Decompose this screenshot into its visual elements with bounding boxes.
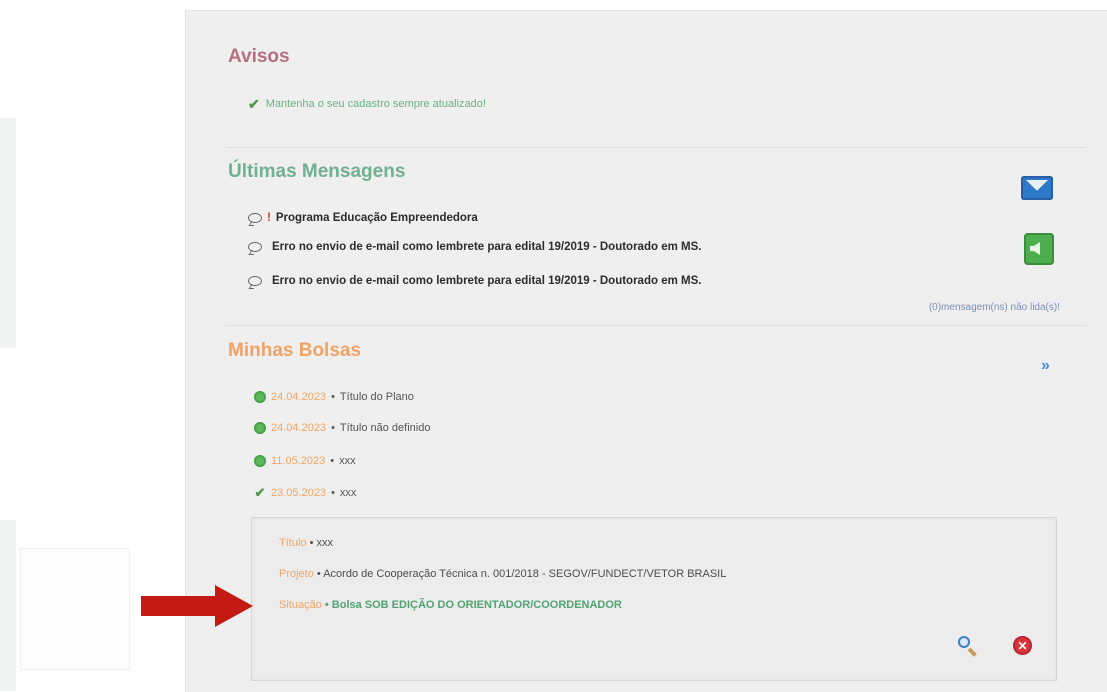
bolsa-item[interactable]: 11.05.2023 • xxx: [254, 455, 356, 467]
background-card: [20, 548, 130, 670]
bolsa-date: 23.05.2023: [271, 487, 327, 499]
bolsa-item[interactable]: ✔ 23.05.2023 • xxx: [254, 485, 357, 501]
dashboard-panel: Avisos ✔ Mantenha o seu cadastro sempre …: [185, 10, 1107, 692]
status-ok-icon: [254, 455, 266, 467]
bolsa-title: Título do Plano: [339, 391, 414, 403]
projeto-label: Projeto: [279, 568, 314, 580]
check-icon: ✔: [254, 485, 266, 500]
aviso-text: Mantenha o seu cadastro sempre atualizad…: [265, 98, 486, 110]
message-bubble-icon: [248, 242, 262, 252]
background-strip: [0, 520, 16, 691]
bolsa-title: xxx: [339, 487, 357, 499]
mail-icon[interactable]: [1021, 176, 1053, 200]
bolsa-separator: •: [330, 455, 335, 467]
magnifier-lens: [958, 636, 970, 648]
background-strip: [0, 118, 16, 348]
bolsa-separator: •: [331, 422, 335, 434]
message-item[interactable]: Erro no envio de e-mail como lembrete pa…: [248, 275, 701, 287]
bolsa-date: 24.04.2023: [271, 391, 327, 403]
bolsa-title: Título não definido: [339, 422, 431, 434]
situacao-label: Situação: [279, 599, 322, 611]
message-subject: Erro no envio de e-mail como lembrete pa…: [272, 275, 702, 287]
situacao-value: • Bolsa SOB EDIÇÃO DO ORIENTADOR/COORDEN…: [324, 599, 622, 611]
avisos-title: Avisos: [228, 46, 290, 67]
status-ok-icon: [254, 422, 266, 434]
message-bubble-icon: [248, 213, 262, 223]
bolsa-date: 24.04.2023: [271, 422, 327, 434]
titulo-value: • xxx: [309, 537, 333, 549]
detail-situacao-row: Situação • Bolsa SOB EDIÇÃO DO ORIENTADO…: [279, 599, 622, 611]
message-item[interactable]: ! Programa Educação Empreendedora: [248, 212, 478, 224]
status-ok-icon: [254, 391, 266, 403]
magnifier-icon[interactable]: [957, 635, 979, 657]
double-chevron-right-icon[interactable]: »: [1041, 357, 1050, 375]
red-arrow-icon: [141, 585, 253, 627]
message-item[interactable]: Erro no envio de e-mail como lembrete pa…: [248, 241, 701, 253]
aviso-item: ✔ Mantenha o seu cadastro sempre atualiz…: [248, 97, 486, 111]
bolsa-detail-box: Título • xxx Projeto • Acordo de Coopera…: [251, 517, 1057, 681]
unread-messages-link[interactable]: (0)mensagem(ns) não lida(s)!: [929, 302, 1060, 313]
projeto-value: • Acordo de Cooperação Técnica n. 001/20…: [316, 568, 727, 580]
bolsa-item[interactable]: 24.04.2023 • Título do Plano: [254, 391, 414, 403]
sound-icon[interactable]: [1024, 233, 1054, 265]
delete-icon[interactable]: ✕: [1013, 636, 1032, 655]
magnifier-handle: [967, 647, 977, 657]
message-bubble-icon: [248, 276, 262, 286]
section-divider: [226, 325, 1086, 326]
bolsas-title: Minhas Bolsas: [228, 340, 362, 361]
check-icon: ✔: [248, 96, 260, 112]
important-marker: !: [267, 212, 271, 224]
message-subject: Erro no envio de e-mail como lembrete pa…: [272, 241, 702, 253]
section-divider: [226, 147, 1086, 148]
bolsa-item[interactable]: 24.04.2023 • Título não definido: [254, 422, 430, 434]
bolsa-title: xxx: [339, 455, 356, 467]
detail-projeto-row: Projeto • Acordo de Cooperação Técnica n…: [279, 568, 726, 580]
mensagens-title: Últimas Mensagens: [228, 161, 406, 182]
bolsa-separator: •: [331, 391, 335, 403]
bolsa-date: 11.05.2023: [271, 455, 326, 467]
detail-titulo-row: Título • xxx: [279, 537, 333, 549]
bolsa-separator: •: [331, 487, 335, 499]
message-subject: Programa Educação Empreendedora: [275, 212, 478, 224]
titulo-label: Título: [279, 537, 307, 549]
